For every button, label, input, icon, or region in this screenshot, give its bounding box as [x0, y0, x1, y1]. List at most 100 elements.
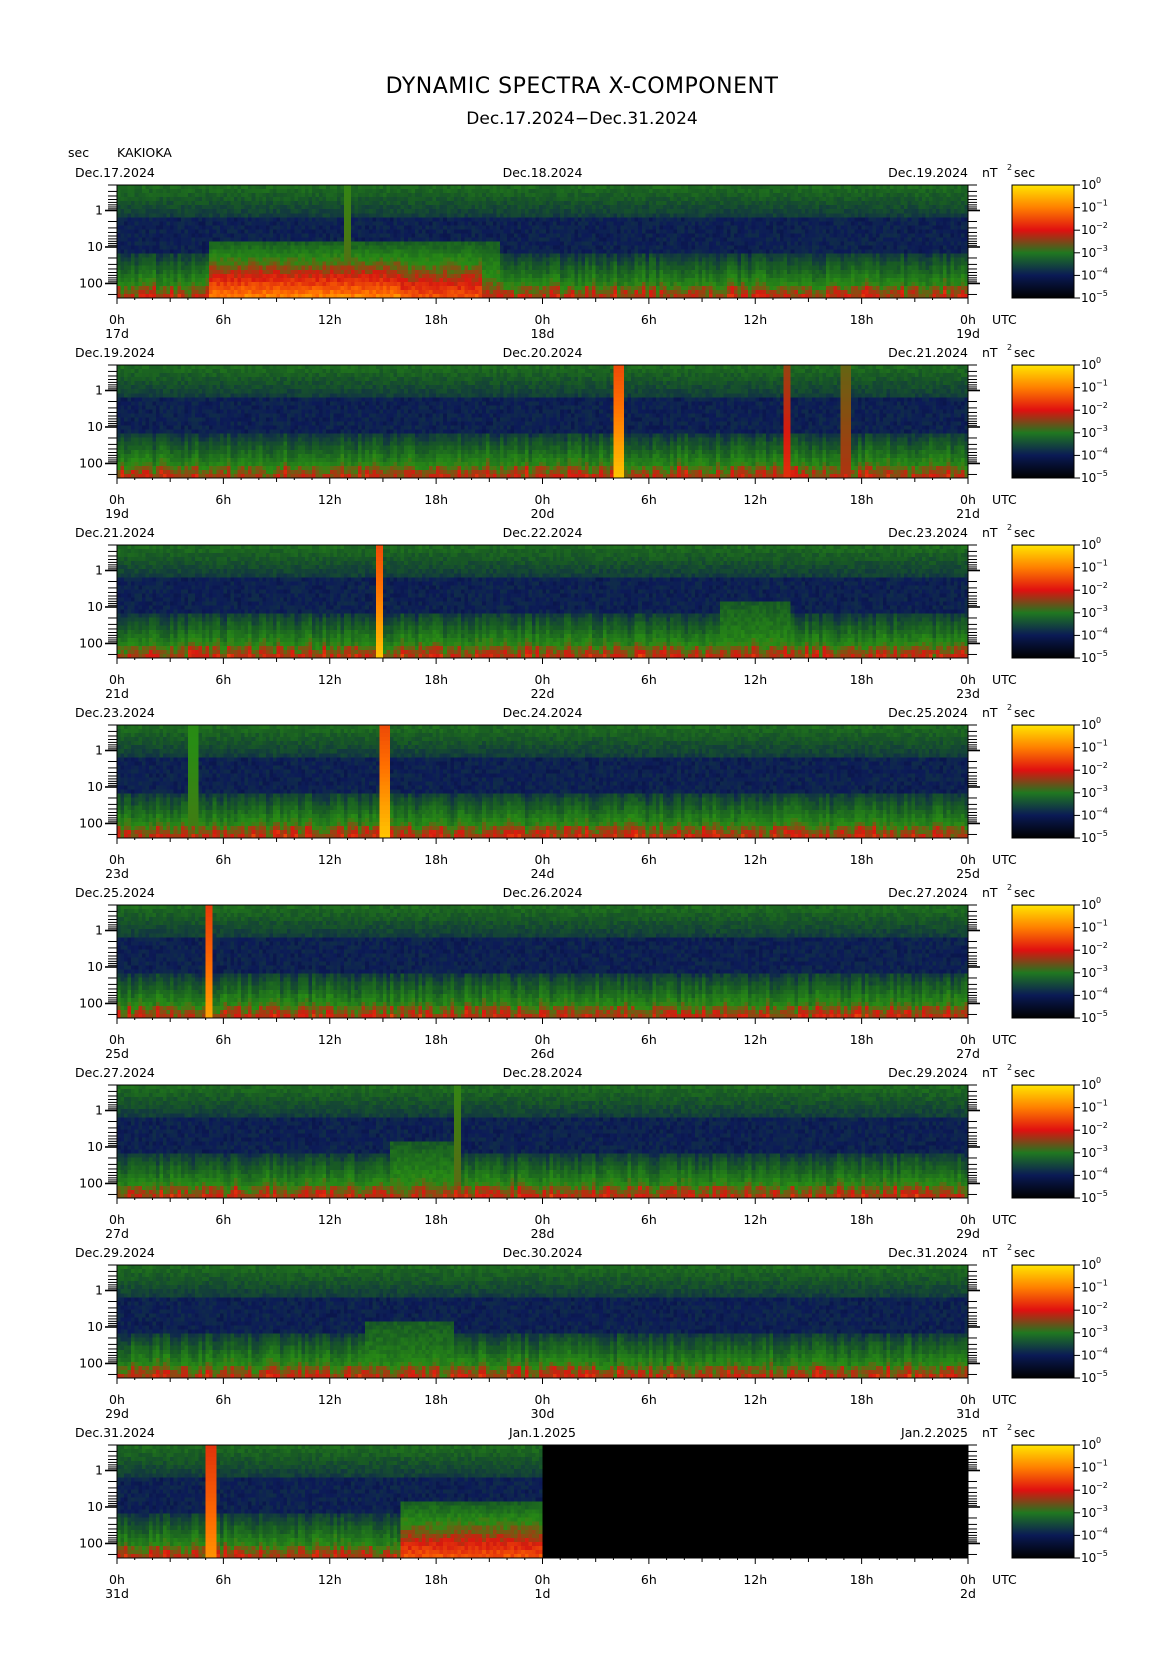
colorbar-tick-label: 10: [1081, 291, 1096, 305]
panel-date-left: Dec.27.2024: [75, 1065, 155, 1080]
colorbar-tick-exponent: −4: [1096, 806, 1108, 815]
x-tick-label: 0h: [535, 492, 551, 507]
colorbar-tick-label: 10: [1081, 988, 1096, 1002]
colorbar-tick-exponent: −3: [1096, 1144, 1108, 1153]
colorbar-tick-label: 10: [1081, 1168, 1096, 1182]
colorbar-tick-exponent: −5: [1096, 1189, 1108, 1198]
panel-date-right: Dec.25.2024: [888, 705, 968, 720]
colorbar-tick-exponent: −4: [1096, 1346, 1108, 1355]
spectrum-panel: Dec.19.2024 Dec.20.2024 Dec.21.2024 nT 2 sec 1…: [75, 343, 1108, 521]
utc-label: UTC: [992, 852, 1017, 867]
colorbar-tick-label: 10: [1081, 898, 1096, 912]
x-tick-label: 18h: [850, 1572, 874, 1587]
x-tick-label: 18h: [424, 1392, 448, 1407]
y-tick-label: 100: [79, 455, 103, 470]
colorbar-tick-label: 10: [1081, 943, 1096, 957]
colorbar-tick-label: 10: [1081, 223, 1096, 237]
colorbar-tick-label: 10: [1081, 583, 1096, 597]
x-tick-label: 18h: [424, 1212, 448, 1227]
colorbar: [1011, 184, 1075, 299]
colorbar-tick-exponent: −3: [1096, 964, 1108, 973]
colorbar-tick-exponent: 0: [1096, 896, 1101, 905]
colorbar-unit: nT: [982, 705, 998, 720]
day-label: 26d: [531, 1046, 555, 1061]
y-tick-label: 1: [95, 923, 103, 938]
spectrum-heatmap: [117, 905, 968, 1018]
x-tick-label: 6h: [641, 852, 657, 867]
x-tick-label: 0h: [109, 1572, 125, 1587]
colorbar-tick-exponent: −5: [1096, 1549, 1108, 1558]
colorbar-tick-exponent: −1: [1096, 919, 1108, 928]
panel-date-mid: Dec.20.2024: [503, 345, 583, 360]
colorbar-tick-label: 10: [1081, 606, 1096, 620]
day-label: 2d: [960, 1586, 976, 1601]
x-tick-label: 6h: [215, 672, 231, 687]
x-tick-label: 6h: [641, 1572, 657, 1587]
y-tick-label: 100: [79, 1355, 103, 1370]
colorbar-tick-exponent: −1: [1096, 1459, 1108, 1468]
x-tick-label: 0h: [535, 1212, 551, 1227]
y-tick-label: 10: [87, 1319, 103, 1334]
panel-date-left: Dec.19.2024: [75, 345, 155, 360]
colorbar-unit: nT: [982, 165, 998, 180]
panel-date-mid: Dec.28.2024: [503, 1065, 583, 1080]
panel-date-right: Dec.31.2024: [888, 1245, 968, 1260]
y-tick-label: 10: [87, 599, 103, 614]
colorbar: [1011, 904, 1075, 1019]
colorbar-unit-exponent: 2: [1007, 1063, 1012, 1072]
colorbar-unit: nT: [982, 345, 998, 360]
x-tick-label: 18h: [424, 1572, 448, 1587]
day-label: 25d: [105, 1046, 129, 1061]
panel-date-left: Dec.29.2024: [75, 1245, 155, 1260]
x-tick-label: 18h: [850, 672, 874, 687]
x-tick-label: 0h: [109, 312, 125, 327]
colorbar-unit-exponent: 2: [1007, 1423, 1012, 1432]
x-tick-label: 6h: [215, 1572, 231, 1587]
colorbar-tick-exponent: −5: [1096, 649, 1108, 658]
colorbar-tick-exponent: −4: [1096, 266, 1108, 275]
spectrum-heatmap: [117, 1085, 968, 1198]
x-tick-label: 6h: [215, 852, 231, 867]
colorbar-tick-exponent: −3: [1096, 424, 1108, 433]
colorbar-tick-label: 10: [1081, 628, 1096, 642]
colorbar: [1011, 1444, 1075, 1559]
colorbar-unit: nT: [982, 1245, 998, 1260]
day-label: 19d: [105, 506, 129, 521]
y-tick-label: 10: [87, 419, 103, 434]
colorbar-unit-exponent: 2: [1007, 163, 1012, 172]
panel-date-mid: Dec.26.2024: [503, 885, 583, 900]
y-tick-label: 1: [95, 563, 103, 578]
panel-date-left: Dec.31.2024: [75, 1425, 155, 1440]
colorbar-tick-label: 10: [1081, 1506, 1096, 1520]
y-tick-label: 10: [87, 239, 103, 254]
panel-date-right: Jan.2.2025: [900, 1425, 968, 1440]
x-tick-label: 18h: [850, 1032, 874, 1047]
colorbar-tick-label: 10: [1081, 1438, 1096, 1452]
colorbar-tick-exponent: −4: [1096, 986, 1108, 995]
colorbar-tick-exponent: −4: [1096, 1526, 1108, 1535]
x-tick-label: 18h: [424, 492, 448, 507]
y-tick-label: 100: [79, 275, 103, 290]
x-tick-label: 6h: [641, 672, 657, 687]
utc-label: UTC: [992, 1392, 1017, 1407]
y-tick-label: 10: [87, 1499, 103, 1514]
colorbar-unit: nT: [982, 1065, 998, 1080]
spectrum-panel: Dec.21.2024 Dec.22.2024 Dec.23.2024 nT 2 sec 1…: [75, 523, 1108, 701]
colorbar-tick-label: 10: [1081, 921, 1096, 935]
colorbar-tick-label: 10: [1081, 1078, 1096, 1092]
x-tick-label: 0h: [960, 1032, 976, 1047]
day-label: 28d: [531, 1226, 555, 1241]
y-tick-label: 10: [87, 959, 103, 974]
x-tick-label: 12h: [743, 1212, 767, 1227]
x-tick-label: 0h: [535, 672, 551, 687]
x-tick-label: 0h: [960, 1572, 976, 1587]
x-tick-label: 0h: [960, 852, 976, 867]
colorbar-tick-exponent: 0: [1096, 1076, 1101, 1085]
colorbar-tick-label: 10: [1081, 786, 1096, 800]
colorbar-unit-exponent: 2: [1007, 1243, 1012, 1252]
spectrum-heatmap: [117, 545, 968, 658]
x-tick-label: 6h: [641, 1032, 657, 1047]
x-tick-label: 12h: [318, 492, 342, 507]
colorbar-tick-label: 10: [1081, 1348, 1096, 1362]
x-tick-label: 0h: [109, 492, 125, 507]
